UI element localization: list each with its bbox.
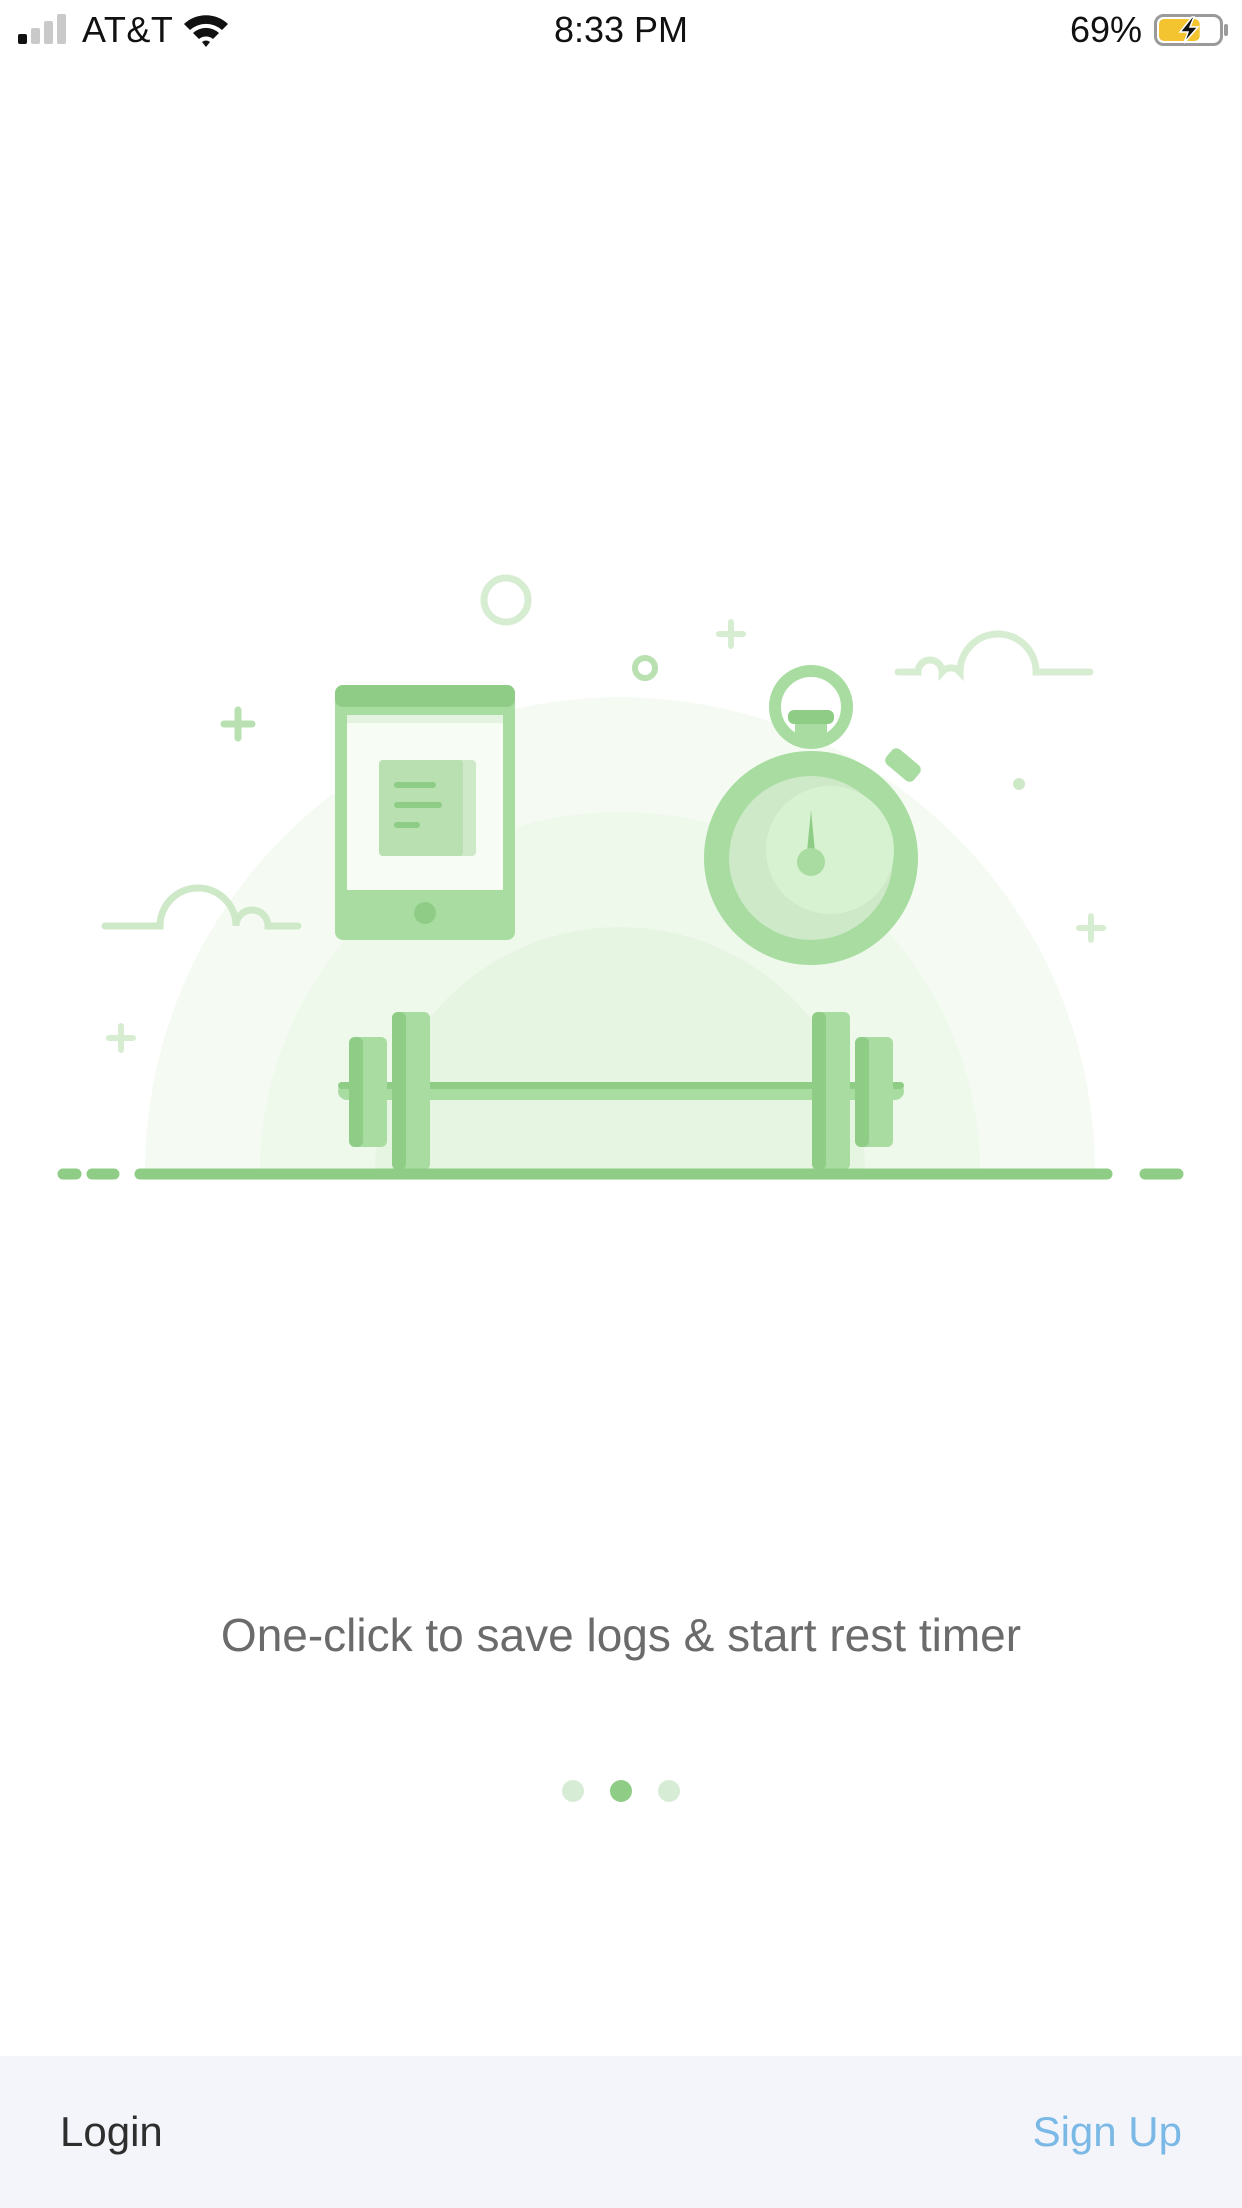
page-dot-2[interactable] (610, 1780, 632, 1802)
status-bar: AT&T 8:33 PM 69% (0, 0, 1242, 60)
page-dot-3[interactable] (658, 1780, 680, 1802)
sign-up-button[interactable]: Sign Up (1033, 2108, 1182, 2156)
battery-percentage: 69% (1069, 9, 1142, 50)
page-indicator[interactable] (0, 1780, 1242, 1804)
page-dot-1[interactable] (562, 1780, 584, 1802)
onboarding-caption: One-click to save logs & start rest time… (220, 1609, 1022, 1661)
clock: 8:33 PM (553, 9, 689, 50)
tablet-graphic (335, 685, 515, 940)
tablet-stopwatch-barbell-illustration (57, 574, 1184, 1180)
battery-charging-icon (1154, 14, 1228, 46)
login-button[interactable]: Login (60, 2108, 163, 2156)
